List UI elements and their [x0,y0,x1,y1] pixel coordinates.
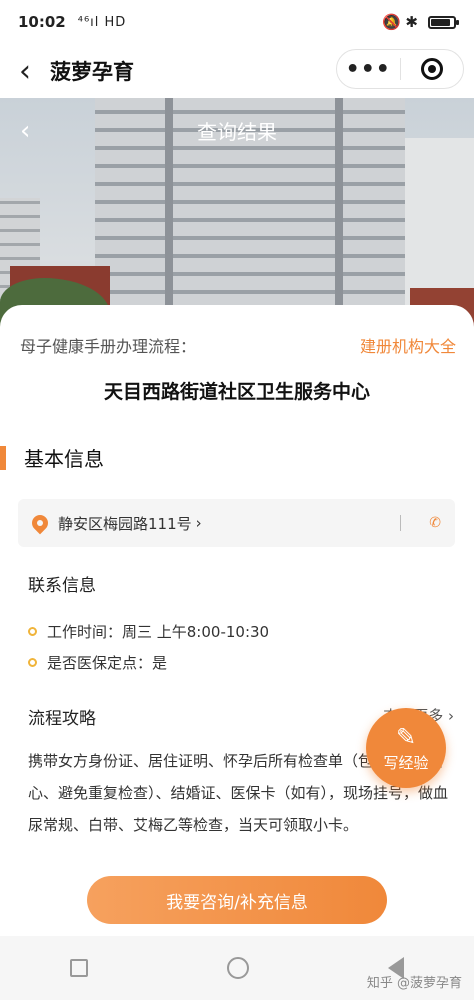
chevron-right-icon: › [195,514,202,532]
flow-row: 母子健康手册办理流程： 建册机构大全 [20,333,456,357]
bullet-icon [28,658,37,667]
location-pin-icon [28,511,52,535]
close-miniprogram-button[interactable] [401,58,464,80]
target-icon [420,58,443,80]
flow-label: 母子健康手册办理流程： [20,337,197,356]
org-name: 天目西路街道社区卫生服务中心 [103,381,370,403]
mute-bluetooth-icons: 🔕 ✱ [381,13,418,31]
status-bar: 10:02 ⁴⁶ıl HD 🔕 ✱ [0,0,474,44]
app-header: ‹ 菠萝孕育 ••• [0,44,474,98]
section-title: 基本信息 [24,447,104,471]
battery-icon [428,15,459,29]
watermark: 知乎 @菠萝孕育 [366,976,462,991]
status-time: 10:02 [18,13,66,31]
work-hours: 工作时间：周三 上午8:00-10:30 [28,621,269,642]
home-icon[interactable] [226,957,249,979]
insurance-status: 是否医保定点：是 [28,652,167,673]
back-icon[interactable]: ‹ [0,54,50,89]
phone-icon[interactable]: ✆ [429,515,441,531]
insurance-text: 是否医保定点：是 [47,654,168,672]
hero-title: 查询结果 [197,120,277,144]
more-menu-button[interactable]: ••• [337,57,400,82]
network-indicator: ⁴⁶ıl HD [77,14,127,30]
section-accent-bar [0,445,6,470]
write-experience-button[interactable]: ✎ 写经验 [366,708,446,788]
app-title: 菠萝孕育 [50,60,134,84]
fab-label: 写经验 [383,753,429,772]
work-hours-text: 工作时间：周三 上午8:00-10:30 [47,623,270,641]
contact-heading: 联系信息 [28,576,96,596]
divider [400,515,402,531]
mini-program-capsule: ••• [336,49,464,89]
section-header-basic-info: 基本信息 [0,443,104,472]
address-text: 静安区梅园路111号 [58,514,192,533]
bullet-icon [28,627,37,636]
recent-apps-icon[interactable] [69,959,88,977]
institutions-link[interactable]: 建册机构大全 [360,333,456,357]
hero-banner: ‹ 查询结果 [0,98,474,330]
address-row[interactable]: 静安区梅园路111号 › ✆ [18,499,455,547]
consult-button[interactable]: 我要咨询/补充信息 [87,876,387,924]
guide-heading: 流程攻略 [28,709,96,729]
pencil-icon: ✎ [395,722,417,751]
